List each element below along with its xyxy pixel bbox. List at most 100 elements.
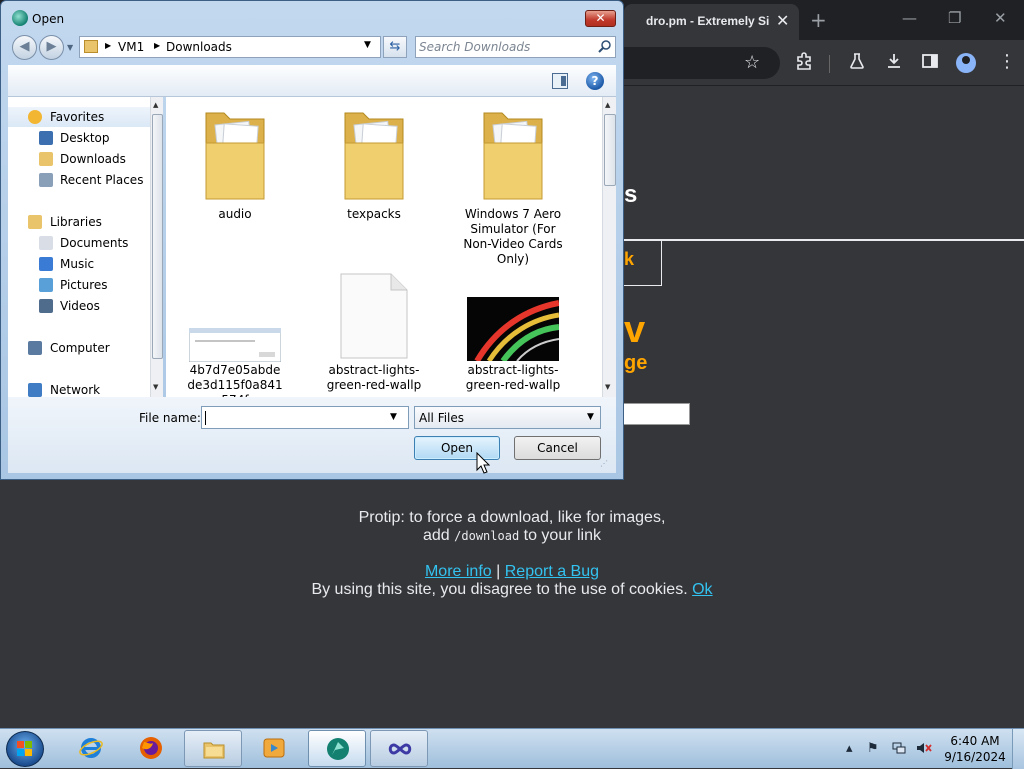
breadcrumb-chevron-icon[interactable]: ▶ xyxy=(154,41,160,50)
nav-item-label: Videos xyxy=(60,299,100,313)
cancel-button[interactable]: Cancel xyxy=(514,436,601,460)
dialog-close-button[interactable]: ✕ xyxy=(585,10,616,27)
browser-menu-icon[interactable]: ⋮ xyxy=(998,52,1016,72)
folder-icon xyxy=(344,112,404,200)
file-item[interactable]: abstract-lights-green-red-wallpape xyxy=(314,265,434,397)
back-button[interactable]: ◀ xyxy=(12,35,37,60)
file-type-select[interactable]: All Files ▼ xyxy=(414,406,601,429)
tab-active[interactable]: dro.pm - Extremely Si ✕ xyxy=(624,4,799,40)
window-minimize-button[interactable]: — xyxy=(902,9,917,27)
refresh-icon: ⇆ xyxy=(389,39,401,54)
computer-icon xyxy=(28,341,42,355)
tab-title: dro.pm - Extremely Si xyxy=(646,14,770,28)
scroll-down-icon[interactable]: ▼ xyxy=(153,383,158,391)
resize-grip-icon[interactable]: ⋰ xyxy=(600,459,608,468)
taskbar-open-dialog-app[interactable] xyxy=(308,730,366,767)
file-type-dropdown-icon[interactable]: ▼ xyxy=(587,412,594,422)
cookie-ok-link[interactable]: Ok xyxy=(692,581,712,598)
window-restore-button[interactable]: ❐ xyxy=(948,9,961,27)
clock-date[interactable]: 9/16/2024 xyxy=(940,750,1010,764)
taskbar-media-player[interactable] xyxy=(245,730,303,767)
nav-item-computer[interactable]: Computer xyxy=(8,338,150,358)
preview-pane-icon[interactable] xyxy=(552,73,568,89)
labs-flask-icon[interactable] xyxy=(848,52,866,75)
tab-close-icon[interactable]: ✕ xyxy=(776,11,789,30)
file-type-value: All Files xyxy=(419,411,465,425)
folder-icon xyxy=(203,742,225,759)
windows-logo-icon xyxy=(17,741,33,757)
file-item[interactable]: 4b7d7e05abdede3d115f0a841574f xyxy=(175,265,295,397)
nav-item-downloads[interactable]: Downloads xyxy=(8,149,150,169)
nav-item-pictures[interactable]: Pictures xyxy=(8,275,150,295)
file-item[interactable]: abstract-lights-green-red-wallpape xyxy=(453,265,573,397)
file-list-scrollbar[interactable]: ▲ ▼ xyxy=(602,97,616,397)
file-name-input[interactable] xyxy=(204,409,386,426)
file-name-dropdown-icon[interactable]: ▼ xyxy=(390,412,397,422)
scroll-down-icon[interactable]: ▼ xyxy=(605,383,610,391)
start-button[interactable] xyxy=(6,731,44,767)
breadcrumb-downloads[interactable]: Downloads xyxy=(166,40,232,54)
new-tab-button[interactable]: + xyxy=(810,8,827,32)
file-name-combobox[interactable]: ▼ xyxy=(201,406,409,429)
taskbar-firefox[interactable] xyxy=(122,730,180,767)
show-hidden-icons-icon[interactable]: ▴ xyxy=(846,741,853,756)
bookmark-star-icon[interactable]: ☆ xyxy=(744,53,760,73)
file-item[interactable]: Windows 7 Aero Simulator (For Non-Video … xyxy=(453,103,573,266)
dialog-title: Open xyxy=(32,12,65,26)
taskbar: ▴ ⚑ 6:40 AM 9/16/2024 xyxy=(0,728,1024,769)
recent-locations-dropdown-icon[interactable]: ▼ xyxy=(67,43,73,52)
help-button[interactable]: ? xyxy=(586,72,604,90)
side-panel-icon[interactable] xyxy=(921,52,939,75)
videos-icon xyxy=(39,299,53,313)
profile-avatar-icon[interactable] xyxy=(956,53,976,73)
folder-icon xyxy=(483,112,543,200)
search-box[interactable] xyxy=(415,36,616,58)
nav-item-desktop[interactable]: Desktop xyxy=(8,128,150,148)
file-item[interactable]: audio xyxy=(175,103,295,263)
window-close-button[interactable]: ✕ xyxy=(994,9,1007,27)
file-item[interactable]: texpacks xyxy=(314,103,434,263)
network-icon[interactable] xyxy=(892,741,906,759)
nav-item-label: Favorites xyxy=(50,110,105,124)
scroll-up-icon[interactable]: ▲ xyxy=(153,101,158,109)
volume-muted-icon[interactable] xyxy=(916,741,932,759)
nav-item-libraries[interactable]: Libraries xyxy=(8,212,150,232)
taskbar-file-explorer[interactable] xyxy=(184,730,242,767)
nav-item-recent-places[interactable]: Recent Places xyxy=(8,170,150,190)
upload-link-fragment[interactable]: k xyxy=(624,249,634,270)
taskbar-internet-explorer[interactable] xyxy=(62,730,120,767)
scrollbar-thumb[interactable] xyxy=(604,114,616,186)
nav-item-videos[interactable]: Videos xyxy=(8,296,150,316)
file-name: texpacks xyxy=(347,207,401,221)
location-dropdown-icon[interactable]: ▼ xyxy=(364,40,371,50)
search-icon[interactable] xyxy=(598,39,612,53)
report-bug-link[interactable]: Report a Bug xyxy=(505,563,599,580)
action-center-flag-icon[interactable]: ⚑ xyxy=(867,741,879,756)
file-name: audio xyxy=(218,207,252,221)
show-desktop-button[interactable] xyxy=(1012,729,1024,769)
navigation-pane: Favorites Desktop Downloads Recent Places Li… xyxy=(8,97,163,397)
clock-time[interactable]: 6:40 AM xyxy=(940,734,1010,748)
forward-button[interactable]: ▶ xyxy=(39,35,64,60)
extensions-icon[interactable] xyxy=(795,52,813,75)
nav-item-network[interactable]: Network xyxy=(8,380,150,397)
taskbar-infinity-app[interactable] xyxy=(370,730,428,767)
location-bar[interactable]: ▶ VM1 ▶ Downloads ▼ xyxy=(79,36,381,58)
scroll-up-icon[interactable]: ▲ xyxy=(605,101,610,109)
download-icon[interactable] xyxy=(885,52,903,75)
nav-item-music[interactable]: Music xyxy=(8,254,150,274)
nav-item-label: Network xyxy=(50,383,101,397)
breadcrumb-vm1[interactable]: VM1 xyxy=(118,40,144,54)
refresh-button[interactable]: ⇆ xyxy=(383,36,407,58)
nav-item-label: Documents xyxy=(60,236,129,250)
nav-item-label: Downloads xyxy=(60,152,126,166)
scrollbar-thumb[interactable] xyxy=(152,114,163,359)
breadcrumb-chevron-icon[interactable]: ▶ xyxy=(105,41,111,50)
page-heading-fragment: s xyxy=(624,181,638,208)
navigation-scrollbar[interactable]: ▲ ▼ xyxy=(150,97,163,397)
search-input[interactable] xyxy=(419,39,593,55)
more-info-link[interactable]: More info xyxy=(425,563,492,580)
toolbar-separator xyxy=(829,55,830,73)
nav-item-favorites[interactable]: Favorites xyxy=(8,107,150,127)
nav-item-documents[interactable]: Documents xyxy=(8,233,150,253)
